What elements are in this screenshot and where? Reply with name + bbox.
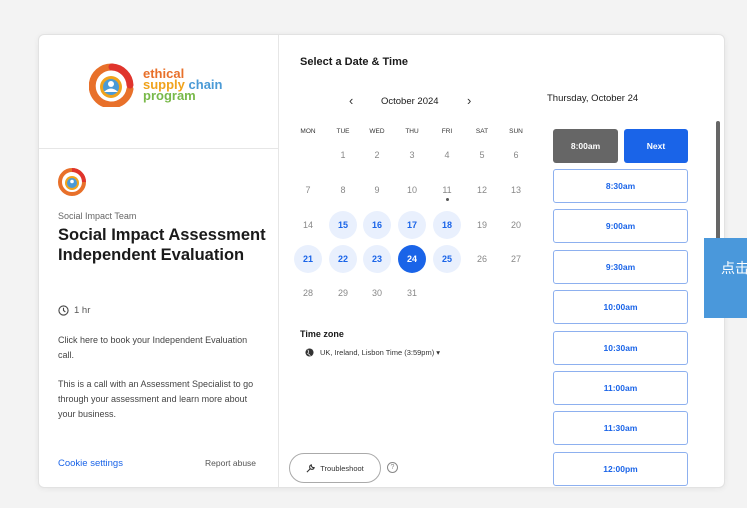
side-help-tab[interactable]: 点击 xyxy=(704,238,747,318)
calendar-day-22[interactable]: 22 xyxy=(329,245,357,273)
calendar-day-14: 14 xyxy=(302,220,313,230)
calendar-day-5: 5 xyxy=(479,150,485,160)
event-description-1: Click here to book your Independent Eval… xyxy=(58,335,248,360)
calendar-day-3: 3 xyxy=(409,150,415,160)
event-details-panel: ethical supply chain program Social Impa… xyxy=(39,35,279,487)
calendar-day-7: 7 xyxy=(305,185,311,195)
time-slot[interactable]: 9:00am xyxy=(553,209,688,244)
event-logo-icon xyxy=(58,168,86,196)
troubleshoot-button[interactable]: Troubleshoot xyxy=(289,453,381,483)
selected-date: Thursday, October 24 xyxy=(547,93,639,104)
next-button[interactable]: Next xyxy=(624,129,688,163)
calendar-day-17[interactable]: 17 xyxy=(398,211,426,239)
calendar-day-18[interactable]: 18 xyxy=(433,211,461,239)
calendar-day-28: 28 xyxy=(302,288,313,298)
calendar-day-13: 13 xyxy=(510,185,521,195)
weekday-fri: FRI xyxy=(441,128,453,135)
today-indicator-dot xyxy=(445,198,449,201)
calendar-day-9: 9 xyxy=(374,185,380,195)
calendar-day-23[interactable]: 23 xyxy=(363,245,391,273)
weekday-sat: SAT xyxy=(475,128,489,135)
calendar-day-29: 29 xyxy=(337,288,348,298)
calendar-day-26: 26 xyxy=(476,254,487,264)
troubleshoot-label: Troubleshoot xyxy=(320,463,364,473)
calendar-day-20: 20 xyxy=(510,220,521,230)
month-label: October 2024 xyxy=(381,96,439,107)
weekday-sun: SUN xyxy=(509,128,523,135)
org-logo-area: ethical supply chain program xyxy=(39,35,279,149)
calendar-day-4: 4 xyxy=(444,150,450,160)
timezone-label: Time zone xyxy=(300,329,344,339)
time-slot[interactable]: 12:00pm xyxy=(553,451,688,486)
scheduler-title: Select a Date & Time xyxy=(300,56,409,68)
calendar-day-19: 19 xyxy=(476,220,487,230)
duration-label: 1 hr xyxy=(74,305,91,316)
report-abuse-link[interactable]: Report abuse xyxy=(205,458,256,468)
time-slot[interactable]: 11:30am xyxy=(553,411,688,446)
time-slot[interactable]: 10:00am xyxy=(553,290,688,325)
calendar-day-31: 31 xyxy=(406,288,417,298)
calendar-day-2: 2 xyxy=(374,150,380,160)
calendar-day-21[interactable]: 21 xyxy=(294,245,322,273)
time-slot[interactable]: 11:00am xyxy=(553,371,688,405)
scheduling-card: ethical supply chain program Social Impa… xyxy=(38,34,725,488)
globe-icon xyxy=(305,348,314,357)
org-logo-icon xyxy=(89,63,134,107)
scheduler-panel: Select a Date & Time ‹ October 2024 › MO… xyxy=(279,35,724,487)
calendar-day-1: 1 xyxy=(340,150,346,160)
team-name: Social Impact Team xyxy=(58,211,137,221)
time-slot[interactable]: 8:30am xyxy=(553,169,688,203)
calendar-day-24[interactable]: 24 xyxy=(398,245,426,273)
info-icon[interactable]: ? xyxy=(387,462,398,473)
duration: 1 hr xyxy=(58,305,90,316)
calendar-day-30: 30 xyxy=(371,288,382,298)
org-logo-text: ethical supply chain program xyxy=(143,67,223,102)
time-slot[interactable]: 9:30am xyxy=(553,249,688,284)
timezone-value: UK, Ireland, Lisbon Time (3:59pm) ▾ xyxy=(320,348,441,357)
selected-time-slot[interactable]: 8:00am xyxy=(553,129,618,163)
calendar-day-16[interactable]: 16 xyxy=(363,211,391,239)
calendar-day-12: 12 xyxy=(476,185,487,195)
calendar-day-15[interactable]: 15 xyxy=(329,211,357,239)
clock-icon xyxy=(58,305,69,316)
weekday-tue: TUE xyxy=(336,128,350,135)
event-title: Social Impact Assessment Independent Eva… xyxy=(58,226,266,264)
weekday-mon: MON xyxy=(300,128,316,135)
timezone-select[interactable]: UK, Ireland, Lisbon Time (3:59pm) ▾ xyxy=(305,348,440,357)
next-month-button[interactable]: › xyxy=(467,93,471,108)
calendar-day-27: 27 xyxy=(510,254,521,264)
calendar-day-8: 8 xyxy=(340,185,346,195)
cookie-settings-link[interactable]: Cookie settings xyxy=(58,458,123,469)
event-description-2: This is a call with an Assessment Specia… xyxy=(58,379,254,419)
weekday-wed: WED xyxy=(369,128,385,135)
calendar-day-6: 6 xyxy=(513,150,519,160)
time-slot[interactable]: 10:30am xyxy=(553,330,688,365)
weekday-thu: THU xyxy=(405,128,419,135)
prev-month-button[interactable]: ‹ xyxy=(349,93,353,108)
wrench-icon xyxy=(306,463,316,472)
calendar-day-25[interactable]: 25 xyxy=(433,245,461,273)
calendar-day-10: 10 xyxy=(406,185,417,195)
